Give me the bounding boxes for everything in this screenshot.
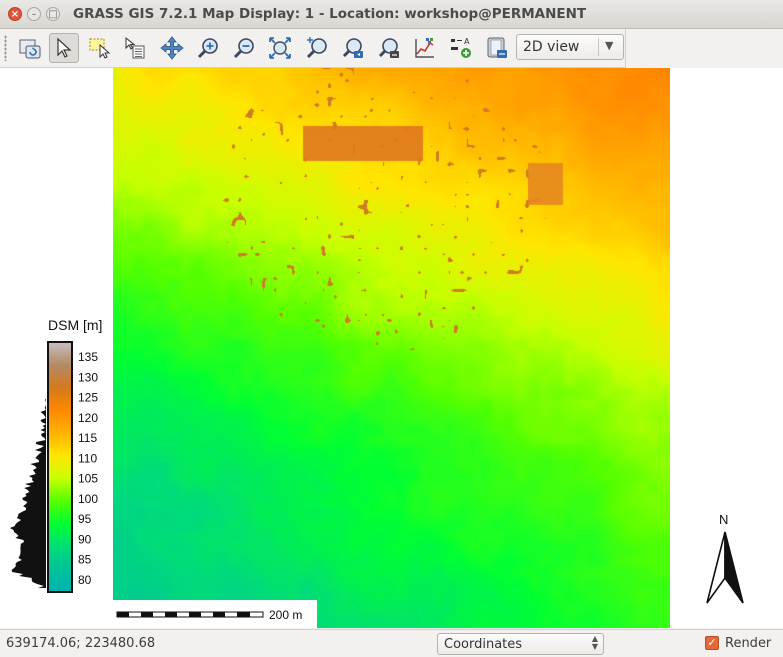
coordinates-readout: 639174.06; 223480.68 [6, 636, 156, 651]
save-image-button[interactable] [482, 33, 512, 63]
analyze-icon [415, 38, 434, 58]
render-checkbox[interactable]: ✓ [705, 636, 719, 650]
analyze-button[interactable] [410, 33, 440, 63]
zoom-in-button[interactable] [193, 33, 223, 63]
chevron-down-icon: ▼ [605, 39, 614, 52]
legend-tick-label: 90 [78, 532, 92, 546]
legend-tick-label: 95 [78, 512, 92, 526]
render-map-icon [19, 39, 41, 59]
svg-text:A: A [464, 37, 470, 46]
window-title: GRASS GIS 7.2.1 Map Display: 1 - Locatio… [73, 6, 587, 22]
pointer-button[interactable] [49, 33, 79, 63]
zoom-menu-icon [342, 38, 363, 58]
render-map-button[interactable] [15, 33, 45, 63]
toolbar-grip[interactable] [4, 35, 7, 61]
zoom-extent-icon [269, 37, 291, 59]
dsm-raster-map[interactable] [113, 68, 670, 628]
pan-button[interactable] [157, 33, 187, 63]
legend-tick-label: 135 [78, 350, 98, 364]
legend-title: DSM [m] [48, 317, 102, 333]
map-canvas[interactable]: DSM [m] 135 130 125 120 115 110 105 100 95 90 85 80… [0, 68, 783, 628]
query-button[interactable] [120, 33, 150, 63]
north-arrow: N [706, 512, 744, 604]
zoom-region-button[interactable] [374, 33, 404, 63]
view-mode-select[interactable]: 2D view ▼ [516, 34, 624, 60]
legend-tick-label: 105 [78, 472, 98, 486]
zoom-out-icon [233, 38, 254, 59]
save-image-icon [487, 37, 507, 58]
scale-bar: 200 m [113, 600, 317, 628]
north-arrow-right-half [724, 531, 744, 604]
view-mode-value: 2D view [523, 39, 580, 55]
legend-histogram [9, 398, 46, 588]
legend-tick-label: 130 [78, 370, 98, 384]
statusbar-mode-value: Coordinates [444, 637, 523, 652]
north-arrow-left-half [706, 531, 726, 604]
map-toolbar: A 2D view ▼ [0, 29, 626, 68]
pointer-icon [57, 37, 72, 58]
select-icon [89, 38, 111, 59]
north-arrow-label: N [719, 512, 728, 527]
zoom-in-icon [197, 38, 218, 59]
raster-legend: DSM [m] 135 130 125 120 115 110 105 100 95 90 85 80 [9, 317, 102, 593]
render-label: Render [725, 636, 772, 651]
legend-tick-label: 110 [78, 451, 97, 465]
zoom-back-button[interactable] [302, 33, 332, 63]
zoom-extent-button[interactable] [265, 33, 295, 63]
zoom-out-button[interactable] [229, 33, 259, 63]
pan-icon [160, 36, 184, 60]
maximize-window-button[interactable]: □ [46, 7, 60, 21]
legend-tick-label: 80 [78, 573, 92, 587]
title-bar: × – □ GRASS GIS 7.2.1 Map Display: 1 - L… [0, 0, 783, 29]
overlay-button[interactable]: A [446, 33, 476, 63]
scale-bar-label: 200 m [269, 608, 302, 622]
legend-color-ramp [47, 341, 73, 593]
legend-tick-label: 85 [78, 553, 92, 567]
overlay-icon: A [451, 37, 471, 58]
legend-tick-label: 125 [78, 391, 98, 405]
status-bar: 639174.06; 223480.68 Coordinates ▲ ▼ ✓ Re… [0, 629, 783, 657]
scale-bar-ruler [116, 611, 264, 618]
legend-tick-label: 100 [78, 492, 98, 506]
query-icon [125, 36, 145, 59]
select-button[interactable] [85, 33, 115, 63]
select-divider [598, 38, 599, 56]
legend-tick-label: 120 [78, 411, 98, 425]
close-window-button[interactable]: × [8, 7, 22, 21]
zoom-back-icon [306, 37, 327, 59]
zoom-menu-button[interactable] [338, 33, 368, 63]
updown-arrows-icon: ▲ ▼ [591, 634, 598, 651]
statusbar-mode-select[interactable]: Coordinates ▲ ▼ [437, 633, 604, 655]
legend-tick-label: 115 [78, 431, 97, 445]
zoom-region-icon [378, 38, 399, 58]
minimize-window-button[interactable]: – [27, 7, 41, 21]
